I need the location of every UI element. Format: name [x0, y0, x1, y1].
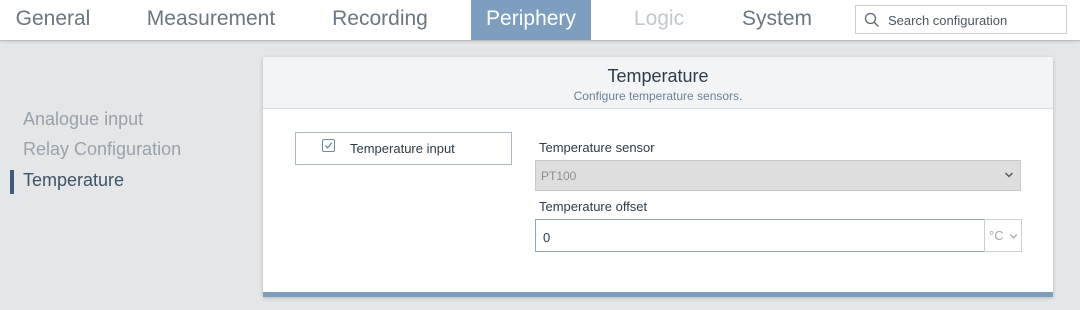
chevron-down-icon: [1004, 172, 1014, 178]
temperature-offset-input[interactable]: [541, 227, 975, 247]
temperature-input-label: Temperature input: [350, 141, 455, 156]
sidebar-item-relay-configuration[interactable]: Relay Configuration: [23, 139, 181, 160]
temperature-sensor-select[interactable]: PT100: [535, 160, 1021, 191]
unit-value: °C: [989, 228, 1004, 243]
unit-select[interactable]: °C: [984, 219, 1022, 252]
panel-header: Temperature Configure temperature sensor…: [263, 57, 1053, 109]
search-icon: [864, 12, 879, 27]
tab-system[interactable]: System: [726, 0, 828, 40]
active-indicator: [10, 170, 14, 194]
temperature-sensor-label: Temperature sensor: [539, 140, 655, 155]
sidebar-item-analogue-input[interactable]: Analogue input: [23, 109, 143, 130]
tab-recording[interactable]: Recording: [316, 0, 444, 40]
temperature-input-toggle[interactable]: Temperature input: [295, 132, 512, 165]
sidebar-item-temperature[interactable]: Temperature: [23, 170, 124, 191]
tab-periphery[interactable]: Periphery: [471, 0, 591, 40]
temperature-offset-field[interactable]: [535, 219, 985, 252]
panel-title: Temperature: [607, 66, 709, 86]
temperature-panel: Temperature Configure temperature sensor…: [263, 57, 1053, 297]
panel-footer-bar: [263, 292, 1053, 297]
checkbox-checked-icon[interactable]: [322, 139, 335, 152]
tab-measurement[interactable]: Measurement: [128, 0, 294, 40]
top-nav: General Measurement Recording Periphery …: [0, 0, 1080, 41]
tab-logic[interactable]: Logic: [610, 0, 708, 40]
tab-general[interactable]: General: [0, 0, 106, 40]
temperature-offset-label: Temperature offset: [539, 199, 648, 214]
temperature-sensor-value: PT100: [541, 169, 577, 183]
search-input[interactable]: [886, 9, 1065, 32]
panel-subtitle: Configure temperature sensors.: [573, 89, 743, 103]
search-box[interactable]: [855, 5, 1067, 34]
chevron-down-icon: [1009, 234, 1018, 239]
